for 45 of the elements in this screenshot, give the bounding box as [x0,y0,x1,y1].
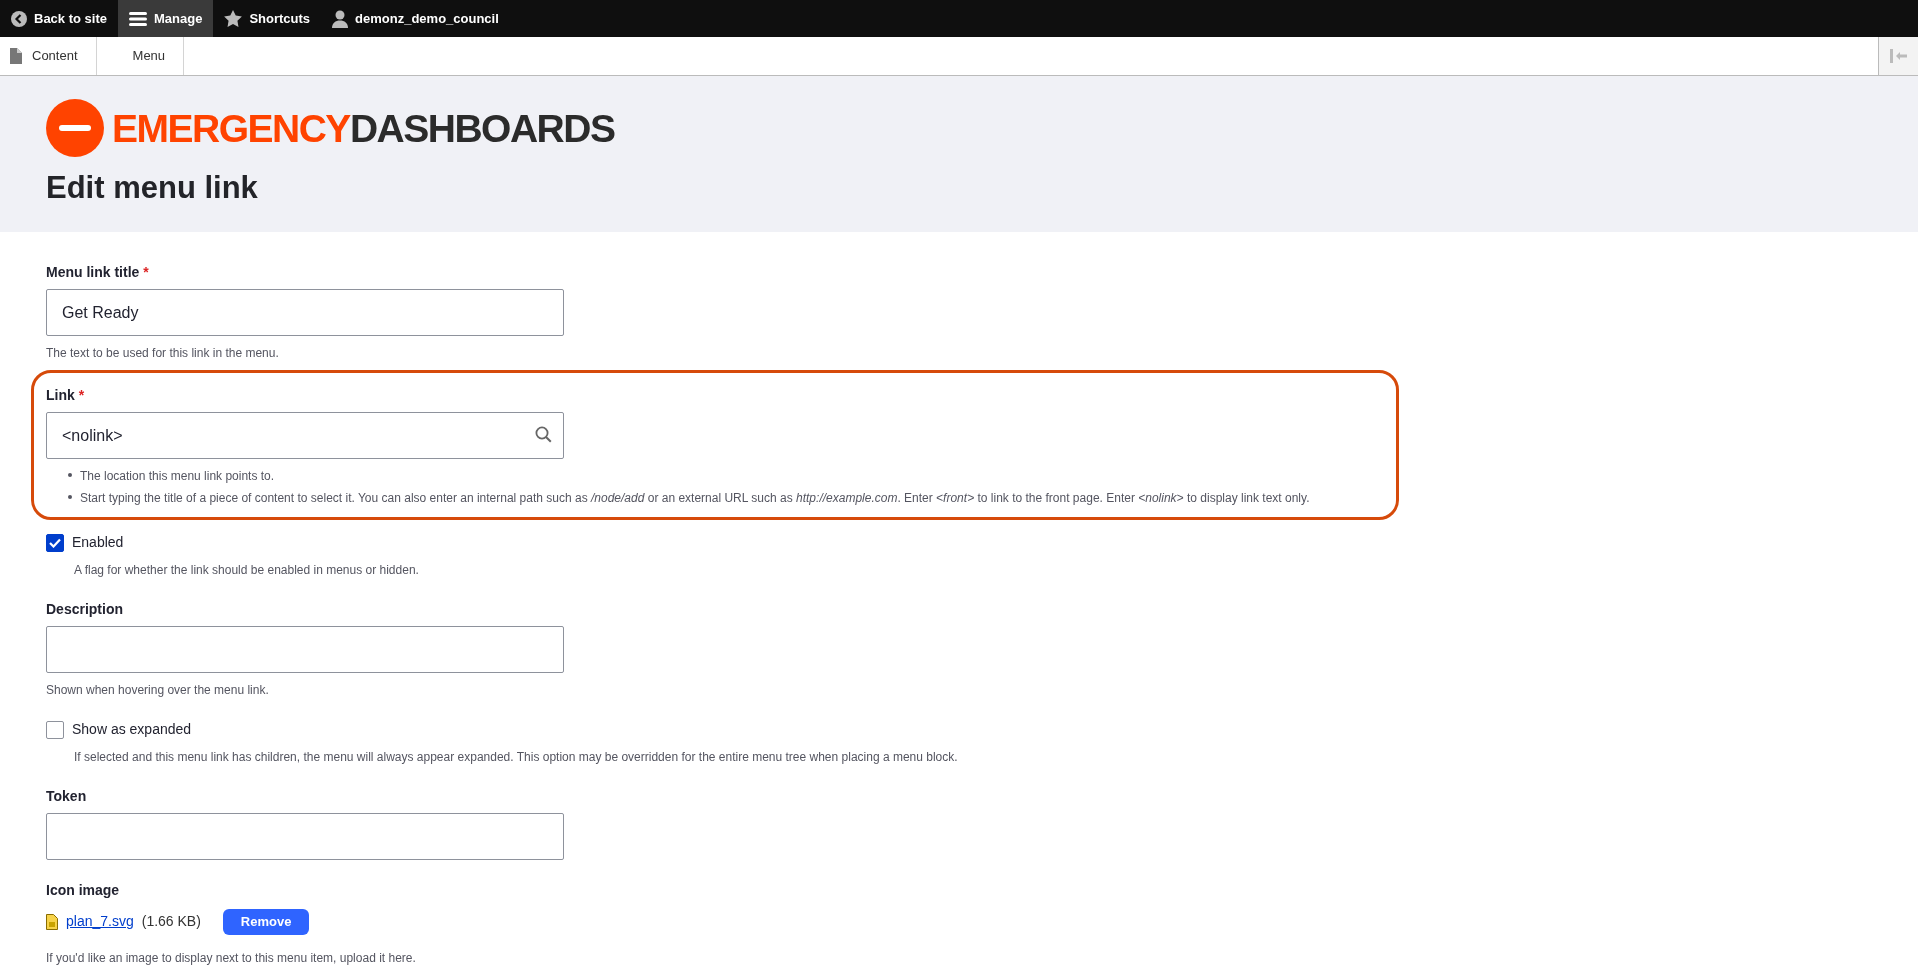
toolbar-item[interactable]: demonz_demo_council [321,0,510,37]
file-size: (1.66 KB) [141,912,201,932]
field-label: Icon image [46,881,121,901]
toolbar-item[interactable]: Back to site [0,0,118,37]
text-field[interactable]: <nolink> [46,412,564,460]
toolbar-item[interactable]: Shortcuts [213,0,322,37]
logo-word: EMERGENCY [112,108,350,148]
tray-toggle-button[interactable] [1878,37,1918,75]
bullet-icon [68,495,72,500]
checkbox[interactable] [46,720,64,739]
text-field[interactable] [46,813,564,861]
document-icon [10,48,22,64]
tray-link[interactable]: Content [0,37,97,75]
field-label: Menu link title [46,263,140,283]
logo-icon [46,99,104,157]
page-title: Edit menu link [46,169,259,207]
user-icon [332,9,349,28]
help-text: If you'd like an image to display next to this menu item, upload it here. [46,949,417,966]
required-mark: * [143,263,149,283]
checkbox-label: Enabled [72,533,124,553]
help-text: A flag for whether the link should be enabled in menus or hidden. [74,562,420,580]
file-icon [46,913,58,930]
field-label: Link [46,386,75,406]
field-label: Description [46,600,124,620]
star-icon [224,10,243,27]
checkbox[interactable] [46,533,64,552]
text-field[interactable] [46,626,564,674]
tray-link[interactable]: Menu [96,37,185,75]
help-text: Start typing the title of a piece of content to select it. You can also enter an internal path such as /node/add or an external URL such as http://example.com. Enter <front> to link to the front page. Enter <nolink> to display link text only. [80,490,1310,508]
text-field[interactable]: Get Ready [46,289,564,337]
collapse-icon [1889,49,1908,63]
help-text: Shown when hovering over the menu link. [46,682,270,700]
logo-word: DASHBOARDS [349,108,615,148]
field-label: Token [46,787,88,807]
toolbar-item[interactable]: Manage [118,0,214,37]
file-link[interactable]: plan_7.svg [66,911,134,933]
required-mark: * [78,386,85,406]
help-text: The text to be used for this link in the menu. [46,345,280,363]
remove-button[interactable]: Remove [222,909,310,935]
back-icon [11,10,27,27]
help-text: The location this menu link points to. [80,468,275,486]
checkbox-label: Show as expanded [72,720,192,740]
bullet-icon [68,473,72,478]
help-text: If selected and this menu link has children, the menu will always appear expanded. This option may be overridden for the entire menu tree when placing a menu block. [74,749,959,767]
menu-icon [129,10,147,27]
